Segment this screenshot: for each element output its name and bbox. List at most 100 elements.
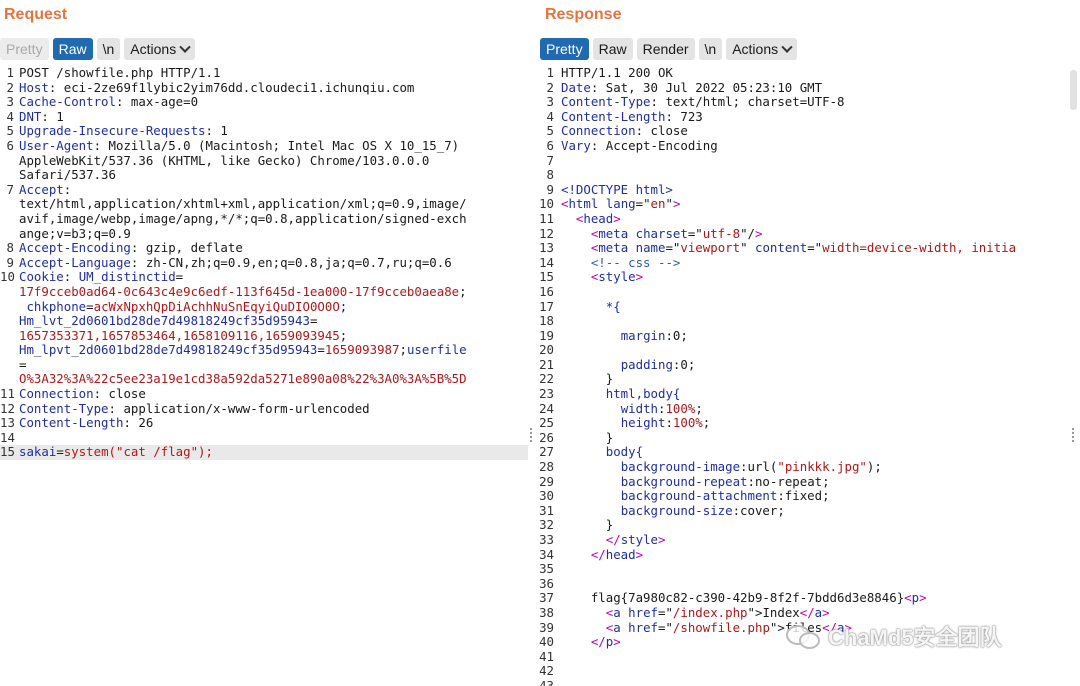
line-number: 11 xyxy=(539,210,554,226)
code-token: href xyxy=(628,605,658,620)
line-text xyxy=(561,343,1068,358)
code-line: 5 Upgrade-Insecure-Requests: 1 xyxy=(0,124,528,139)
line-number: 5 xyxy=(546,123,554,139)
code-token: utf-8 xyxy=(702,226,741,241)
code-token: : 1 xyxy=(41,109,64,124)
line-number: 13 xyxy=(0,415,15,431)
drag-handle-icon[interactable] xyxy=(1072,428,1074,444)
code-line: 35 xyxy=(536,562,1068,577)
request-pretty-tab[interactable]: Pretty xyxy=(0,38,49,60)
request-newline-toggle[interactable]: \n xyxy=(96,38,121,60)
line-number: 6 xyxy=(546,137,554,153)
line-text xyxy=(561,562,1068,577)
code-line: 17 *{ xyxy=(536,299,1068,315)
response-newline-toggle[interactable]: \n xyxy=(698,38,723,60)
watermark: ChaMd5安全团队 xyxy=(786,620,1002,652)
line-number: 41 xyxy=(539,648,554,664)
code-token: > xyxy=(635,547,644,562)
code-token: HTTP/1.1 200 OK xyxy=(561,66,673,80)
code-token: en xyxy=(650,197,666,212)
code-token: p xyxy=(911,591,920,606)
code-token: : close xyxy=(93,387,146,402)
line-number: 12 xyxy=(0,400,15,416)
code-token: = xyxy=(86,299,94,314)
code-line: 4 Content-Length: 723 xyxy=(536,108,1068,125)
code-line: 3 Cache-Control: max-age=0 xyxy=(0,95,528,110)
response-raw-tab[interactable]: Raw xyxy=(592,38,633,60)
code-token: Connection xyxy=(561,124,636,139)
code-line: 34 </head> xyxy=(536,547,1068,563)
code-line: 24 width:100%; xyxy=(536,401,1068,417)
code-line: 5 Connection: close xyxy=(536,124,1068,139)
line-number: 9 xyxy=(546,181,554,197)
line-text: background-image:url("pinkkk.jpg"); xyxy=(561,460,1068,475)
line-number: 29 xyxy=(539,473,554,489)
code-line: 42 xyxy=(536,664,1068,679)
code-token: content xyxy=(755,241,808,256)
code-token: : Accept-Encoding xyxy=(590,138,718,153)
response-render-tab[interactable]: Render xyxy=(636,38,695,60)
line-text: 17f9cceb0ad64-0c643c4e9c6edf-113f645d-1e… xyxy=(19,285,528,300)
line-number xyxy=(0,372,14,387)
line-text xyxy=(561,577,1068,592)
code-token: Safari/537.36 xyxy=(19,168,116,183)
line-text: HTTP/1.1 200 OK xyxy=(561,66,1068,81)
code-token: height xyxy=(620,416,666,431)
line-text xyxy=(561,168,1068,183)
line-number: 36 xyxy=(539,575,554,591)
request-editor[interactable]: 1 POST /showfile.php HTTP/1.1 2 Host: eci-2… xyxy=(0,65,528,461)
request-raw-tab[interactable]: Raw xyxy=(52,38,93,60)
code-token: background-repeat xyxy=(620,474,748,489)
code-token: =" xyxy=(687,226,703,241)
chevron-down-icon xyxy=(781,41,793,53)
scrollbar[interactable] xyxy=(1070,70,1077,110)
code-token: : gzip, deflate xyxy=(130,241,243,256)
code-line: avif,image/webp,image/apng,*/*;q=0.8,app… xyxy=(0,212,528,227)
line-number: 42 xyxy=(539,663,554,679)
line-text: margin:0; xyxy=(561,329,1068,344)
actions-label: Actions xyxy=(732,41,779,57)
line-text: background-attachment:fixed; xyxy=(561,489,1068,504)
code-token: > xyxy=(613,635,621,650)
line-number: 26 xyxy=(539,429,554,445)
response-pretty-tab[interactable]: Pretty xyxy=(540,38,589,60)
code-token: :0; xyxy=(665,328,688,343)
code-token: " xyxy=(740,241,755,256)
request-actions-menu[interactable]: Actions xyxy=(124,38,196,60)
pane-divider[interactable] xyxy=(528,0,536,686)
code-token: > xyxy=(822,605,830,620)
code-token: Vary xyxy=(561,138,591,153)
code-token: 1659093987 xyxy=(324,343,400,358)
response-actions-menu[interactable]: Actions xyxy=(726,38,798,60)
code-line: ange;v=b3;q=0.9 xyxy=(0,227,528,242)
code-token: ange;v=b3;q=0.9 xyxy=(19,226,131,241)
code-token: ">Index xyxy=(747,605,800,620)
code-token: : xyxy=(665,416,673,431)
line-text: </head> xyxy=(561,548,1068,563)
code-token: =" xyxy=(658,620,673,635)
line-text: <!-- css --> xyxy=(561,256,1068,271)
code-line: 30 background-attachment:fixed; xyxy=(536,489,1068,504)
code-token: system("cat /flag"); xyxy=(63,445,213,460)
line-number: 14 xyxy=(539,254,554,270)
drag-handle-icon[interactable] xyxy=(530,428,532,444)
line-number: 5 xyxy=(6,123,14,139)
code-line: AppleWebKit/537.36 (KHTML, like Gecko) C… xyxy=(0,154,528,169)
code-token: ; xyxy=(339,328,348,343)
code-token: " xyxy=(665,197,673,212)
line-number: 4 xyxy=(546,108,554,124)
code-token: Upgrade-Insecure-Requests xyxy=(19,124,206,139)
line-text: Hm_lvt_2d0601bd28de7d49818249cf35d95943= xyxy=(19,314,528,329)
line-number: 7 xyxy=(546,152,554,168)
code-line: 1 POST /showfile.php HTTP/1.1 xyxy=(0,65,528,81)
code-token: "pinkkk.jpg" xyxy=(777,460,867,475)
line-text: POST /showfile.php HTTP/1.1 xyxy=(19,66,528,81)
code-line: 25 height:100%; xyxy=(536,416,1068,431)
actions-label: Actions xyxy=(130,41,177,57)
response-editor[interactable]: 1 HTTP/1.1 200 OK 2 Date: Sat, 30 Jul 2022 … xyxy=(536,65,1068,686)
code-token: a xyxy=(613,620,629,635)
code-line: 28 background-image:url("pinkkk.jpg"); xyxy=(536,459,1068,475)
code-token: :cover; xyxy=(732,503,785,518)
